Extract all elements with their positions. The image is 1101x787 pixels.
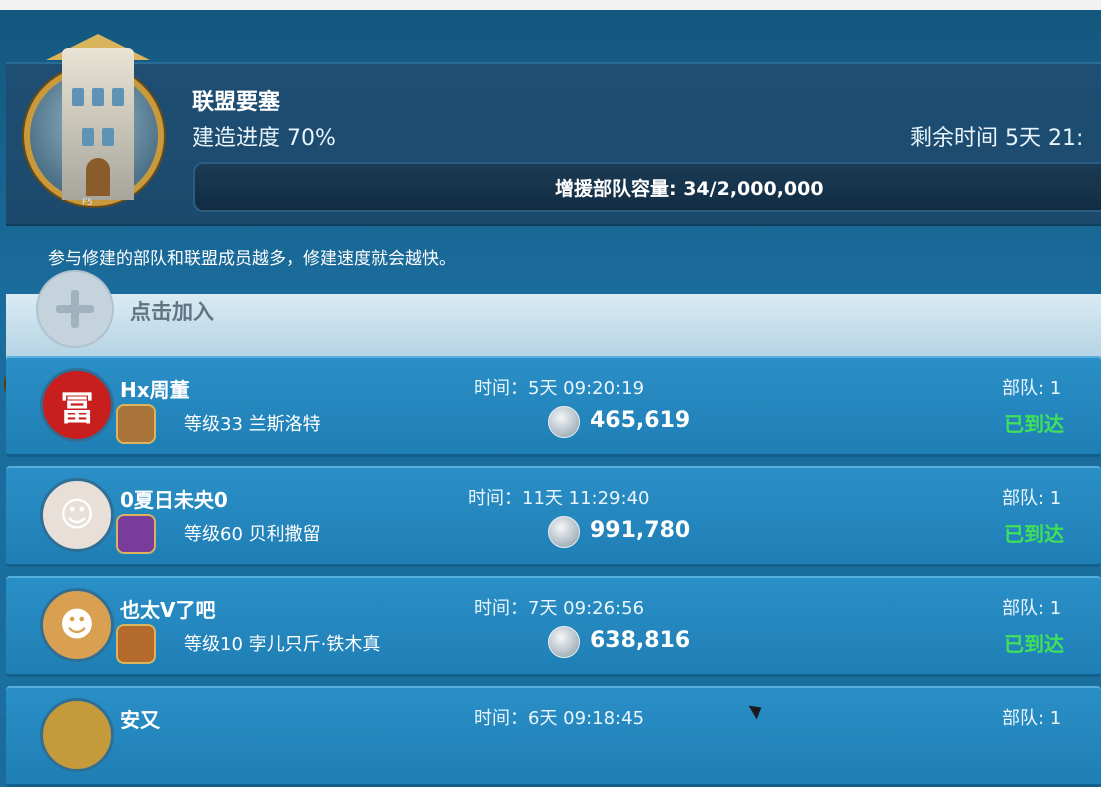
march-time: 时间：11天 11:29:40 (468, 488, 650, 509)
fortress-portrait: F5 (22, 30, 170, 216)
avatar-glyph (43, 701, 111, 769)
member-name: 也太V了吧 (120, 598, 216, 622)
member-row[interactable]: 冨 Hx周董 等级33 兰斯洛特 时间：5天 09:20:19 465,619 … (6, 356, 1101, 457)
member-row[interactable]: ☺ 0夏日未央0 等级60 贝利撒留 时间：11天 11:29:40 991,7… (6, 466, 1101, 567)
build-progress-label: 建造进度 70% (192, 126, 336, 151)
fortress-window (112, 88, 124, 106)
avatar-glyph: ☻ (59, 605, 95, 645)
avatar[interactable]: ☻ (40, 588, 114, 662)
plus-icon (71, 290, 79, 328)
member-row[interactable]: 安又 时间：6天 09:18:45 部队: 1 (6, 686, 1101, 787)
member-row[interactable]: ☻ 也太V了吧 等级10 孛儿只斤·铁木真 时间：7天 09:26:56 638… (6, 576, 1101, 677)
member-name: Hx周董 (120, 378, 190, 402)
unit-count: 部队: 1 (1002, 598, 1062, 619)
fortress-panel: F5 联盟要塞 建造进度 70% 剩余时间 5天 21: 增援部队容量: 34/… (0, 10, 1101, 787)
troop-count: 638,816 (590, 628, 691, 653)
status-arrived: 已到达 (1004, 522, 1064, 546)
troop-icon (548, 626, 580, 658)
avatar[interactable]: 冨 (40, 368, 114, 442)
status-arrived: 已到达 (1004, 412, 1064, 436)
unit-count: 部队: 1 (1002, 378, 1062, 399)
status-arrived: 已到达 (1004, 632, 1064, 656)
avatar[interactable]: ☺ (40, 478, 114, 552)
fortress-window (102, 128, 114, 146)
unit-count: 部队: 1 (1002, 488, 1062, 509)
troop-count: 465,619 (590, 408, 691, 433)
march-time: 时间：7天 09:26:56 (474, 598, 645, 619)
capacity-text: 增援部队容量: 34/2,000,000 (555, 178, 824, 200)
fortress-title: 联盟要塞 (192, 90, 281, 115)
commander-portrait-icon (116, 624, 156, 664)
join-button-row[interactable]: 点击加入 (6, 270, 1101, 360)
fortress-level-tag: F5 (82, 198, 93, 208)
troop-icon (548, 406, 580, 438)
unit-count: 部队: 1 (1002, 708, 1062, 729)
build-hint-text: 参与修建的部队和联盟成员越多，修建速度就会越快。 (48, 249, 456, 269)
member-name: 安又 (120, 708, 160, 732)
fortress-window (92, 88, 104, 106)
troop-count: 991,780 (590, 518, 691, 543)
march-time: 时间：5天 09:20:19 (474, 378, 645, 399)
fortress-door (86, 158, 110, 196)
troop-icon (548, 516, 580, 548)
avatar[interactable] (40, 698, 114, 772)
join-label: 点击加入 (130, 300, 214, 324)
commander-portrait-icon (116, 514, 156, 554)
remaining-time-label: 剩余时间 5天 21: (910, 126, 1084, 151)
member-level-commander: 等级33 兰斯洛特 (184, 414, 321, 435)
commander-portrait-icon (116, 404, 156, 444)
add-circle-icon[interactable] (36, 270, 114, 348)
avatar-glyph: ☺ (59, 495, 95, 535)
member-name: 0夏日未央0 (120, 488, 228, 512)
member-level-commander: 等级60 贝利撒留 (184, 524, 321, 545)
march-time: 时间：6天 09:18:45 (474, 708, 645, 729)
member-level-commander: 等级10 孛儿只斤·铁木真 (184, 634, 381, 655)
fortress-window (72, 88, 84, 106)
reinforcement-capacity-bar: 增援部队容量: 34/2,000,000 (193, 162, 1101, 212)
fortress-window (82, 128, 94, 146)
avatar-glyph: 冨 (60, 388, 94, 429)
